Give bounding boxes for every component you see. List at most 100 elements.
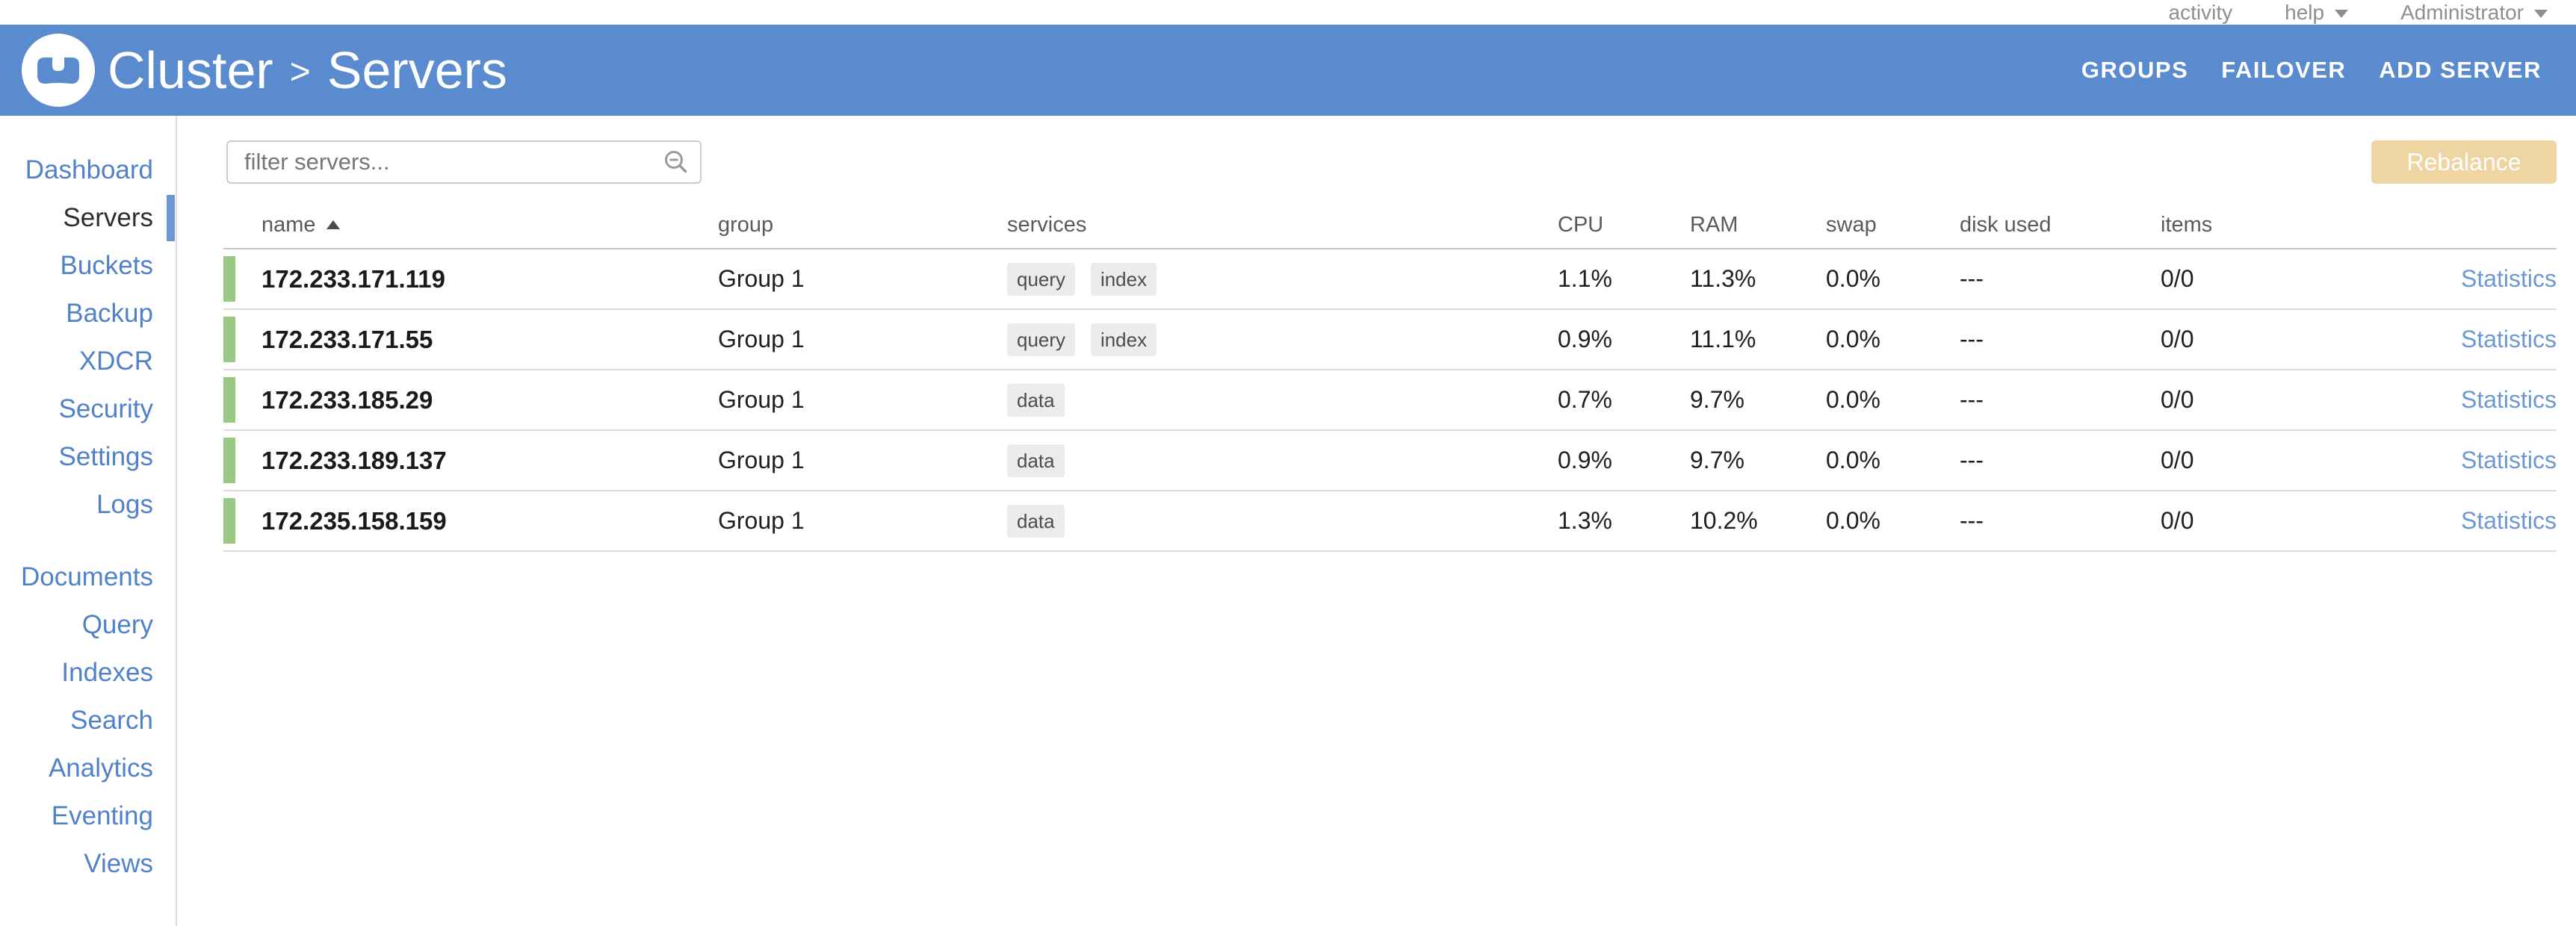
search-icon [662, 149, 690, 176]
sidebar-item-analytics[interactable]: Analytics [49, 745, 153, 792]
table-row[interactable]: 172.233.185.29 Group 1 data 0.7% 9.7% 0.… [223, 370, 2557, 431]
sidebar-item-backup[interactable]: Backup [66, 290, 153, 338]
failover-button[interactable]: FAILOVER [2221, 57, 2346, 84]
server-disk-used: --- [1960, 447, 2161, 474]
table-header-row: name group services CPU RAM swap disk us… [223, 202, 2557, 249]
server-services: data [1007, 505, 1558, 538]
server-swap: 0.0% [1826, 386, 1960, 414]
groups-button[interactable]: GROUPS [2081, 57, 2188, 84]
servers-table: name group services CPU RAM swap disk us… [223, 202, 2557, 552]
server-name[interactable]: 172.233.185.29 [261, 386, 433, 414]
service-badge: index [1091, 323, 1157, 356]
breadcrumb-separator: > [290, 49, 311, 93]
server-group: Group 1 [718, 326, 1007, 353]
server-services: data [1007, 444, 1558, 477]
table-row[interactable]: 172.233.189.137 Group 1 data 0.9% 9.7% 0… [223, 431, 2557, 491]
server-group: Group 1 [718, 386, 1007, 414]
server-name[interactable]: 172.233.171.119 [261, 265, 445, 293]
sidebar-item-search[interactable]: Search [70, 697, 153, 745]
server-ram: 9.7% [1690, 447, 1826, 474]
server-items: 0/0 [2161, 447, 2353, 474]
service-badge: index [1091, 263, 1157, 296]
chevron-down-icon [2534, 10, 2548, 18]
server-items: 0/0 [2161, 326, 2353, 353]
statistics-link[interactable]: Statistics [2461, 386, 2557, 413]
service-badge: data [1007, 384, 1065, 417]
server-name-cell: 172.233.185.29 [223, 370, 718, 429]
server-name[interactable]: 172.233.189.137 [261, 447, 447, 475]
sidebar-group-cluster: Dashboard Servers Buckets Backup XDCR Se… [0, 146, 176, 529]
sidebar-item-eventing[interactable]: Eventing [52, 792, 153, 840]
server-swap: 0.0% [1826, 265, 1960, 293]
breadcrumb-cluster[interactable]: Cluster [108, 40, 273, 100]
server-disk-used: --- [1960, 386, 2161, 414]
service-badge: query [1007, 263, 1075, 296]
sidebar-item-indexes[interactable]: Indexes [61, 649, 153, 697]
statistics-link[interactable]: Statistics [2461, 326, 2557, 352]
server-group: Group 1 [718, 507, 1007, 535]
column-header-items[interactable]: items [2161, 213, 2353, 237]
table-row[interactable]: 172.233.171.55 Group 1 query index 0.9% … [223, 310, 2557, 370]
help-menu[interactable]: help [2285, 1, 2348, 25]
statistics-link[interactable]: Statistics [2461, 265, 2557, 292]
server-items: 0/0 [2161, 265, 2353, 293]
sidebar-item-servers[interactable]: Servers [63, 194, 153, 242]
filter-servers-input[interactable] [226, 140, 702, 184]
user-label: Administrator [2400, 1, 2524, 25]
column-header-group[interactable]: group [718, 213, 1007, 237]
server-group: Group 1 [718, 447, 1007, 474]
server-items: 0/0 [2161, 507, 2353, 535]
server-cpu: 1.1% [1558, 265, 1690, 293]
statistics-link[interactable]: Statistics [2461, 447, 2557, 473]
filter-servers-field [226, 140, 702, 184]
column-header-swap[interactable]: swap [1826, 213, 1960, 237]
server-name[interactable]: 172.235.158.159 [261, 507, 447, 535]
header-actions: GROUPS FAILOVER ADD SERVER [2081, 57, 2576, 84]
server-name[interactable]: 172.233.171.55 [261, 326, 433, 354]
server-services: query index [1007, 323, 1558, 356]
server-status-indicator [223, 438, 235, 483]
activity-label: activity [2169, 1, 2233, 25]
sidebar-item-views[interactable]: Views [84, 840, 153, 888]
activity-link[interactable]: activity [2169, 1, 2233, 25]
sidebar-item-buckets[interactable]: Buckets [61, 242, 154, 290]
sidebar-item-documents[interactable]: Documents [21, 553, 153, 601]
table-row[interactable]: 172.235.158.159 Group 1 data 1.3% 10.2% … [223, 491, 2557, 552]
app-header: Cluster > Servers GROUPS FAILOVER ADD SE… [0, 25, 2576, 116]
column-header-ram[interactable]: RAM [1690, 213, 1826, 237]
server-name-cell: 172.233.189.137 [223, 431, 718, 490]
server-items: 0/0 [2161, 386, 2353, 414]
server-ram: 9.7% [1690, 386, 1826, 414]
column-header-services[interactable]: services [1007, 213, 1558, 237]
column-header-cpu[interactable]: CPU [1558, 213, 1690, 237]
rebalance-button[interactable]: Rebalance [2371, 140, 2557, 184]
column-header-name[interactable]: name [223, 202, 718, 248]
chevron-down-icon [2335, 10, 2348, 18]
user-menu[interactable]: Administrator [2400, 1, 2548, 25]
sidebar-item-query[interactable]: Query [82, 601, 153, 649]
statistics-link[interactable]: Statistics [2461, 507, 2557, 534]
couchbase-logo-icon [21, 33, 96, 108]
server-cpu: 0.7% [1558, 386, 1690, 414]
active-nav-indicator [167, 195, 175, 241]
help-label: help [2285, 1, 2324, 25]
breadcrumb-servers: Servers [327, 40, 507, 100]
couchbase-console: activity help Administrator Cluster > Se… [0, 0, 2576, 926]
sidebar-item-xdcr[interactable]: XDCR [79, 338, 153, 385]
column-header-disk-used[interactable]: disk used [1960, 213, 2161, 237]
sidebar-item-logs[interactable]: Logs [96, 481, 153, 529]
server-swap: 0.0% [1826, 447, 1960, 474]
sidebar-item-dashboard[interactable]: Dashboard [25, 146, 153, 194]
breadcrumb: Cluster > Servers [108, 40, 507, 100]
sidebar-item-settings[interactable]: Settings [59, 433, 153, 481]
server-status-indicator [223, 498, 235, 544]
table-row[interactable]: 172.233.171.119 Group 1 query index 1.1%… [223, 249, 2557, 310]
server-status-indicator [223, 317, 235, 362]
server-name-cell: 172.233.171.119 [223, 249, 718, 308]
server-swap: 0.0% [1826, 326, 1960, 353]
server-status-indicator [223, 377, 235, 423]
sidebar-item-security[interactable]: Security [59, 385, 153, 433]
sidebar: Dashboard Servers Buckets Backup XDCR Se… [0, 116, 176, 926]
add-server-button[interactable]: ADD SERVER [2379, 57, 2542, 84]
server-swap: 0.0% [1826, 507, 1960, 535]
